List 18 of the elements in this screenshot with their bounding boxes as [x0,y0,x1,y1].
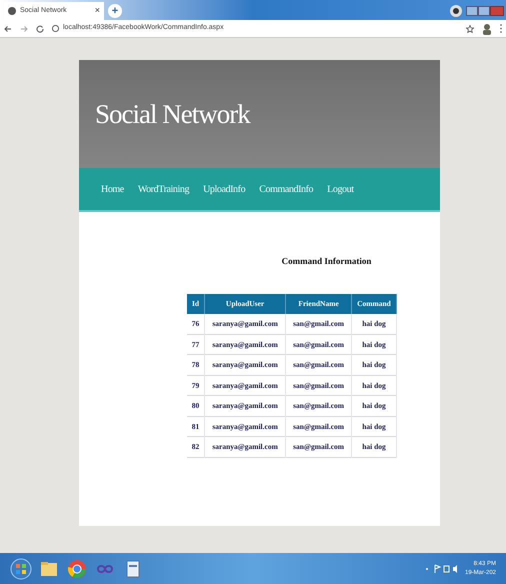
avatar-icon[interactable] [482,22,492,34]
nav-link[interactable]: Logout [327,182,354,196]
window-controls[interactable] [466,6,504,16]
nav-link[interactable]: Home [101,182,124,196]
site-title: Social Network [95,98,250,131]
tray-icons[interactable] [424,564,459,574]
nav-link[interactable]: WordTraining [138,182,190,196]
reload-icon[interactable] [36,24,44,32]
start-icon[interactable] [10,558,32,580]
profile-icon[interactable] [450,5,462,17]
browser-icon[interactable] [66,558,88,580]
nav-link[interactable]: UploadInfo [203,182,246,196]
back-icon[interactable] [4,24,12,32]
page-heading: Command Information [282,255,372,268]
new-tab-button[interactable]: + [108,4,122,18]
nav-link[interactable]: CommandInfo [259,182,314,196]
star-icon[interactable] [466,24,474,32]
tab-close[interactable]: × [94,4,100,18]
